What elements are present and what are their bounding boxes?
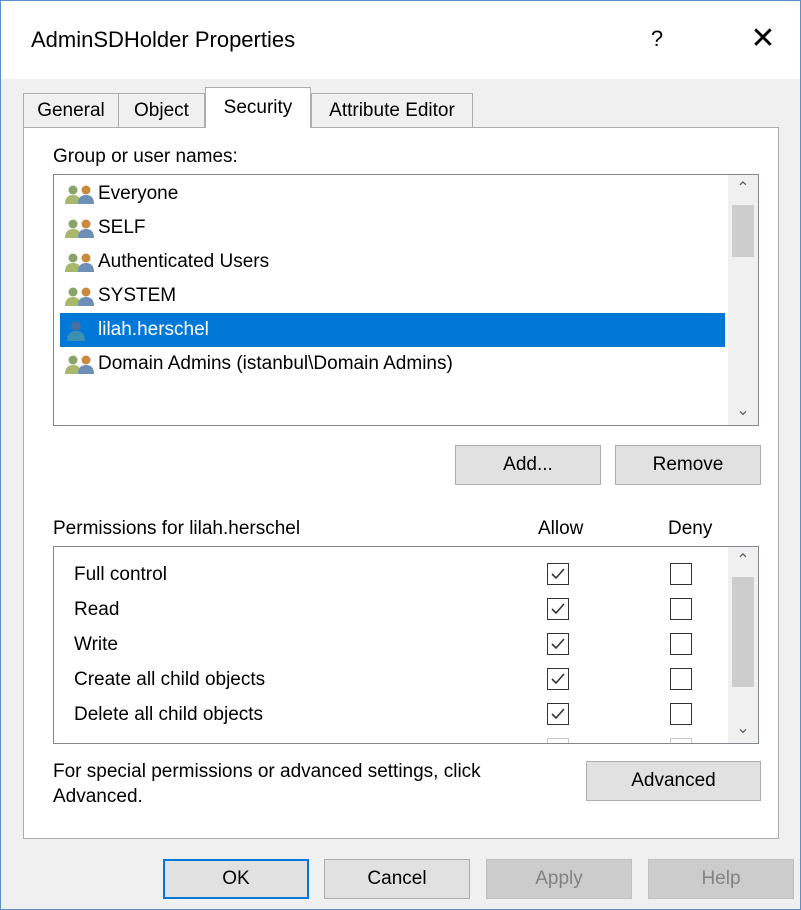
list-item-label: lilah.herschel — [98, 319, 209, 340]
list-item-label: Everyone — [98, 183, 179, 204]
group-icon — [65, 355, 94, 374]
permission-name: Create all child objects — [74, 669, 266, 690]
list-item[interactable]: SYSTEM — [60, 279, 725, 313]
checkmark-icon — [551, 708, 565, 720]
close-button[interactable]: ✕ — [741, 19, 785, 59]
special-permissions-text: For special permissions or advanced sett… — [53, 761, 481, 782]
permissions-label: Permissions for lilah.herschel — [53, 518, 301, 539]
scroll-up-icon[interactable]: ⌃ — [728, 547, 758, 575]
deny-checkbox-partial — [670, 738, 692, 743]
client-area: General Object Security Attribute Editor… — [1, 79, 800, 909]
deny-checkbox[interactable] — [670, 668, 692, 690]
tab-attribute-editor[interactable]: Attribute Editor — [311, 93, 473, 127]
scrollbar-thumb[interactable] — [732, 577, 754, 687]
list-item[interactable]: Authenticated Users — [60, 245, 725, 279]
scroll-down-icon[interactable]: ⌄ — [728, 397, 758, 425]
deny-column-header: Deny — [668, 518, 713, 539]
permissions-scrollbar[interactable]: ⌃ ⌄ — [728, 547, 758, 743]
principals-scrollbar[interactable]: ⌃ ⌄ — [728, 175, 758, 425]
permission-row: Read — [74, 593, 119, 627]
list-item[interactable]: Domain Admins (istanbul\Domain Admins) — [60, 347, 725, 381]
deny-checkbox[interactable] — [670, 703, 692, 725]
scroll-up-icon[interactable]: ⌃ — [728, 175, 758, 203]
allow-checkbox[interactable] — [547, 703, 569, 725]
group-icon — [65, 287, 94, 306]
scrollbar-thumb[interactable] — [732, 205, 754, 257]
principals-listbox[interactable]: Everyone SELF Authenticated Users SYSTEM… — [53, 174, 759, 426]
permission-row: Write — [74, 628, 118, 662]
permission-row: Delete all child objects — [74, 698, 263, 732]
list-item-label: Authenticated Users — [98, 251, 270, 272]
deny-checkbox[interactable] — [670, 563, 692, 585]
checkmark-icon — [551, 638, 565, 650]
special-permissions-text-2: Advanced. — [53, 786, 143, 807]
permission-row: Full control — [74, 558, 167, 592]
help-button[interactable]: Help — [648, 859, 794, 899]
security-panel: Group or user names: Everyone SELF Authe… — [23, 127, 779, 839]
apply-button[interactable]: Apply — [486, 859, 632, 899]
help-title-button[interactable]: ? — [637, 19, 677, 59]
tab-object[interactable]: Object — [118, 93, 205, 127]
tab-security[interactable]: Security — [205, 87, 311, 128]
list-item-selected[interactable]: lilah.herschel — [60, 313, 725, 347]
allow-checkbox[interactable] — [547, 563, 569, 585]
window-title: AdminSDHolder Properties — [31, 27, 296, 52]
list-item[interactable]: Everyone — [60, 177, 725, 211]
deny-checkbox[interactable] — [670, 633, 692, 655]
permission-name: Read — [74, 599, 120, 620]
permissions-listbox: Full control Read Write Create all child… — [53, 546, 759, 744]
advanced-button[interactable]: Advanced — [586, 761, 761, 801]
list-item-label: SYSTEM — [98, 285, 177, 306]
cancel-button[interactable]: Cancel — [324, 859, 470, 899]
close-icon: ✕ — [750, 22, 776, 55]
deny-checkbox[interactable] — [670, 598, 692, 620]
user-icon — [67, 321, 85, 341]
add-button[interactable]: Add... — [455, 445, 601, 485]
group-icon — [65, 253, 94, 272]
scroll-down-icon[interactable]: ⌄ — [728, 715, 758, 743]
permission-name: Delete all child objects — [74, 704, 264, 725]
checkmark-icon — [551, 673, 565, 685]
properties-dialog: AdminSDHolder Properties ? ✕ General Obj… — [0, 0, 801, 910]
permission-name: Full control — [74, 564, 167, 585]
group-icon — [65, 185, 94, 204]
list-item-label: Domain Admins (istanbul\Domain Admins) — [98, 353, 453, 374]
list-item[interactable]: SELF — [60, 211, 725, 245]
title-bar: AdminSDHolder Properties ? ✕ — [1, 1, 800, 79]
tab-general[interactable]: General — [23, 93, 119, 127]
permission-name: Write — [74, 634, 118, 655]
checkmark-icon — [551, 603, 565, 615]
group-icon — [65, 219, 94, 238]
permission-row: Create all child objects — [74, 663, 265, 697]
checkmark-icon — [551, 568, 565, 580]
allow-column-header: Allow — [538, 518, 584, 539]
ok-button[interactable]: OK — [163, 859, 309, 899]
allow-checkbox[interactable] — [547, 668, 569, 690]
list-item-label: SELF — [98, 217, 146, 238]
allow-checkbox[interactable] — [547, 598, 569, 620]
remove-button[interactable]: Remove — [615, 445, 761, 485]
allow-checkbox[interactable] — [547, 633, 569, 655]
allow-checkbox-partial — [547, 738, 569, 743]
group-names-label: Group or user names: — [53, 146, 238, 167]
